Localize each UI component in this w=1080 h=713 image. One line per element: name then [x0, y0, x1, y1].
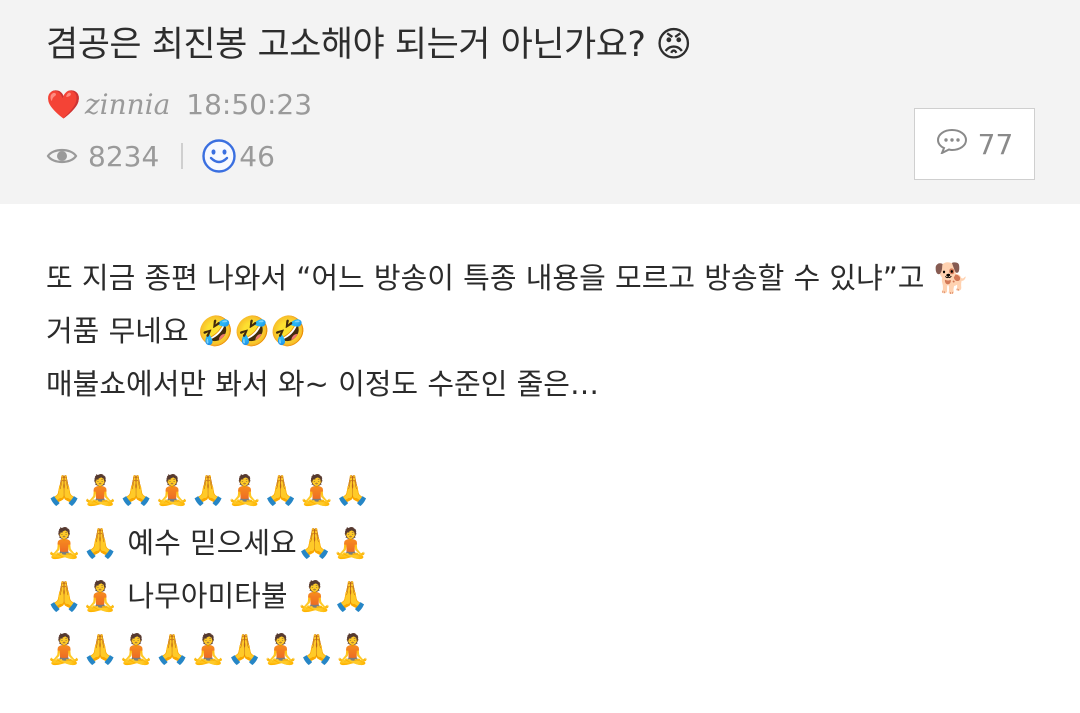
eye-icon: [46, 145, 78, 167]
body-line: 🧘🙏🧘🙏🧘🙏🧘🙏🧘: [46, 632, 371, 666]
smiley-icon[interactable]: [201, 138, 237, 174]
body-line: 거품 무네요 🤣🤣🤣: [46, 314, 307, 348]
body-line: 🧘🙏 예수 믿으세요🙏🧘: [46, 526, 369, 560]
comment-count: 77: [977, 127, 1014, 161]
body-line: 매불쇼에서만 봐서 와~ 이정도 수준인 줄은…: [46, 367, 599, 401]
angry-face-icon: 😡: [655, 25, 692, 65]
view-count: 8234: [88, 139, 160, 173]
stats-divider: [181, 143, 184, 169]
post-title: 겸공은 최진봉 고소해야 되는거 아닌가요? 😡: [46, 20, 692, 70]
body-blank-line: [46, 411, 1046, 464]
post-title-text: 겸공은 최진봉 고소해야 되는거 아닌가요?: [46, 25, 646, 65]
author-name[interactable]: zinnia: [85, 88, 170, 121]
like-count: 46: [239, 139, 275, 173]
comment-count-button[interactable]: 77: [914, 108, 1035, 180]
post-header: 겸공은 최진봉 고소해야 되는거 아닌가요? 😡 ❤️ zinnia 18:50:…: [0, 0, 1080, 204]
body-line: 🙏🧘 나무아미타불 🧘🙏: [46, 579, 369, 613]
body-line: 🙏🧘🙏🧘🙏🧘🙏🧘🙏: [46, 473, 371, 507]
post-body: 또 지금 종편 나와서 “어느 방송이 특종 내용을 모르고 방송할 수 있냐”…: [46, 252, 1046, 676]
post-stats: 8234 46: [46, 136, 275, 176]
post-time: 18:50:23: [186, 87, 313, 121]
post-meta: ❤️ zinnia 18:50:23: [46, 84, 312, 124]
speech-bubble-icon: [936, 128, 968, 161]
body-line: 또 지금 종편 나와서 “어느 방송이 특종 내용을 모르고 방송할 수 있냐”…: [46, 261, 970, 295]
heart-icon: ❤️: [46, 87, 81, 121]
